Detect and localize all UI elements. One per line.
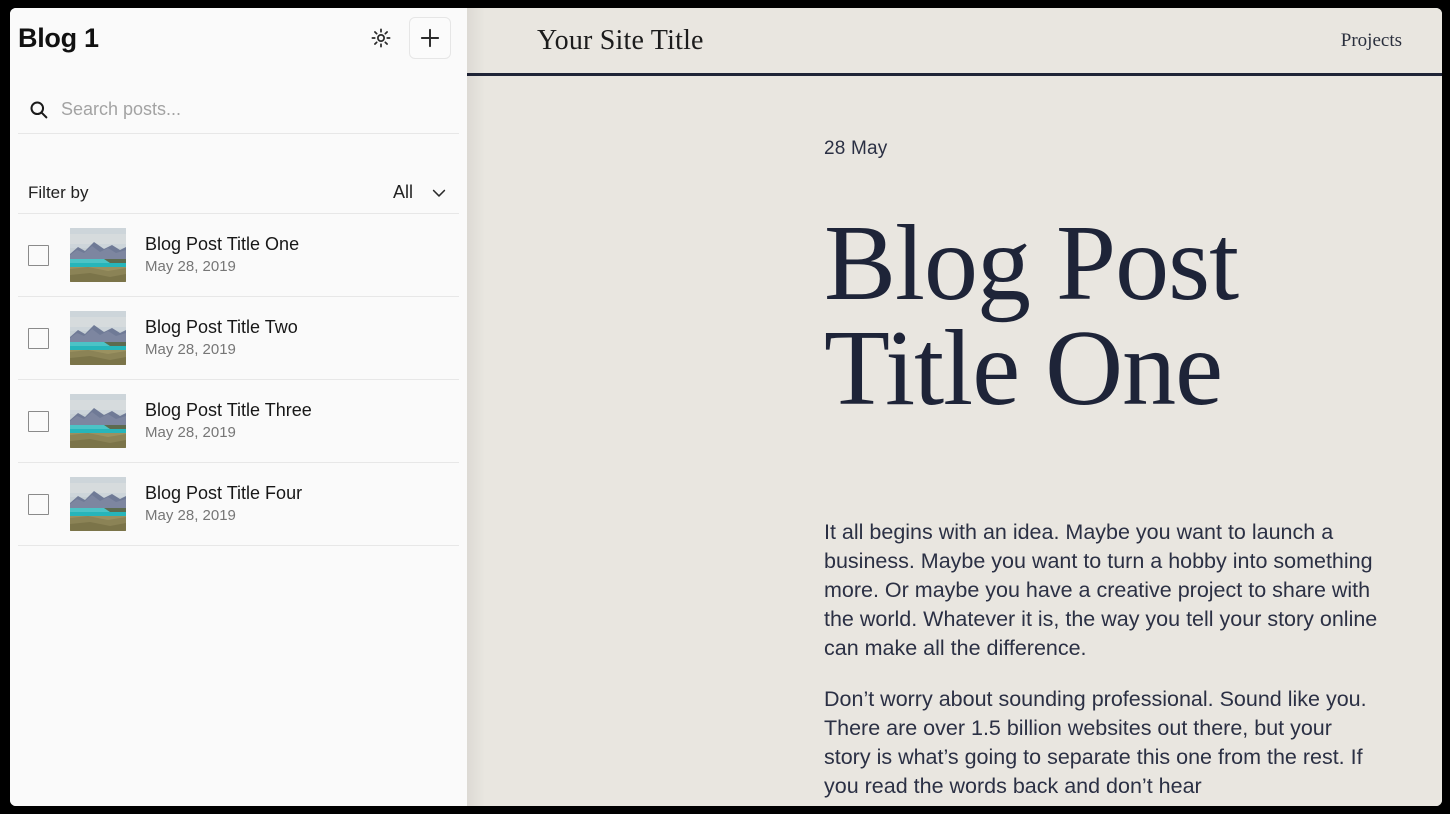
article-body: It all begins with an idea. Maybe you wa… xyxy=(824,518,1382,801)
article-title: Blog Post Title One xyxy=(824,204,1239,428)
filter-label: Filter by xyxy=(28,182,89,202)
post-checkbox[interactable] xyxy=(28,327,49,349)
post-thumbnail xyxy=(70,477,126,531)
post-title: Blog Post Title Three xyxy=(145,399,312,420)
post-thumbnail xyxy=(70,311,126,365)
blog-manager-sidebar: Blog 1 Search posts... Filter by All Blo… xyxy=(10,8,485,806)
window-frame: Blog 1 Search posts... Filter by All Blo… xyxy=(0,0,1450,814)
article-paragraph: Don’t worry about sounding professional.… xyxy=(824,686,1367,798)
post-info: Blog Post Title One May 28, 2019 xyxy=(145,233,300,275)
post-date: May 28, 2019 xyxy=(145,506,236,524)
post-date: May 28, 2019 xyxy=(145,257,236,275)
filter-bar[interactable]: Filter by All xyxy=(18,172,459,214)
search-input[interactable] xyxy=(61,99,451,120)
blog-article: 28 May Blog Post Title One It all begins… xyxy=(467,76,1442,801)
article-paragraph: It all begins with an idea. Maybe you wa… xyxy=(824,519,1378,660)
post-date: May 28, 2019 xyxy=(145,340,236,358)
post-info: Blog Post Title Three May 28, 2019 xyxy=(145,399,312,441)
post-checkbox[interactable] xyxy=(28,493,49,515)
article-date: 28 May xyxy=(824,138,888,159)
search-icon xyxy=(28,99,49,120)
page-title: Blog 1 xyxy=(18,22,99,53)
table-row[interactable]: Blog Post Title One May 28, 2019 xyxy=(18,214,459,297)
sidebar-header: Blog 1 xyxy=(10,8,467,68)
nav-link-projects[interactable]: Projects xyxy=(1341,30,1402,52)
chevron-down-icon[interactable] xyxy=(429,183,449,203)
post-title: Blog Post Title Two xyxy=(145,316,298,337)
post-checkbox[interactable] xyxy=(28,410,49,432)
post-info: Blog Post Title Four May 28, 2019 xyxy=(145,482,303,524)
search-bar[interactable] xyxy=(18,86,459,134)
site-preview: Your Site Title Projects 28 May Blog Pos… xyxy=(467,8,1442,806)
site-header: Your Site Title Projects xyxy=(467,8,1442,76)
post-thumbnail xyxy=(70,394,126,448)
table-row[interactable]: Blog Post Title Four May 28, 2019 xyxy=(18,463,459,546)
post-date: May 28, 2019 xyxy=(145,423,236,441)
post-title: Blog Post Title One xyxy=(145,233,300,254)
site-title[interactable]: Your Site Title xyxy=(537,25,1341,57)
plus-icon[interactable] xyxy=(409,17,451,59)
post-list: Blog Post Title One May 28, 2019 Blog Po… xyxy=(18,214,459,546)
gear-icon[interactable] xyxy=(361,18,401,58)
post-checkbox[interactable] xyxy=(28,244,49,266)
table-row[interactable]: Blog Post Title Two May 28, 2019 xyxy=(18,297,459,380)
post-title: Blog Post Title Four xyxy=(145,482,303,503)
table-row[interactable]: Blog Post Title Three May 28, 2019 xyxy=(18,380,459,463)
app-viewport: Blog 1 Search posts... Filter by All Blo… xyxy=(10,8,1442,806)
filter-value[interactable]: All xyxy=(393,182,413,203)
post-thumbnail xyxy=(70,228,126,282)
post-info: Blog Post Title Two May 28, 2019 xyxy=(145,316,298,358)
